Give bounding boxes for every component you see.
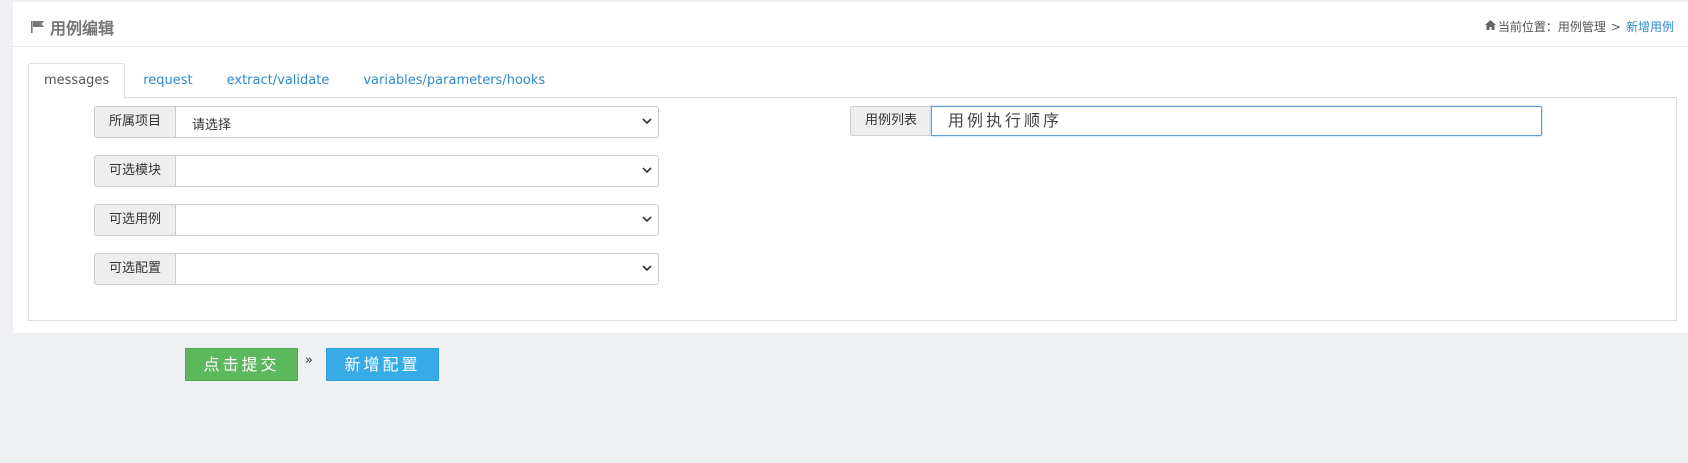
case-field: 可选用例 (94, 204, 659, 236)
breadcrumb-current[interactable]: 新增用例 (1626, 18, 1674, 35)
breadcrumb: 当前位置： 用例管理 > 新增用例 (1484, 18, 1674, 35)
tab-messages[interactable]: messages (28, 63, 126, 99)
project-label: 所属项目 (94, 106, 175, 138)
module-label: 可选模块 (94, 155, 175, 187)
submit-button[interactable]: 点击提交 (185, 348, 298, 381)
chevron-down-icon (642, 167, 652, 174)
chevron-down-icon (642, 265, 652, 272)
project-field: 所属项目 请选择 (94, 106, 659, 138)
add-config-button[interactable]: 新增配置 (326, 348, 439, 381)
chevron-down-icon (642, 118, 652, 125)
config-label: 可选配置 (94, 253, 175, 285)
project-select[interactable]: 请选择 (175, 106, 659, 138)
page-title-text: 用例编辑 (50, 19, 115, 38)
case-order-input[interactable]: 用例执行顺序 (931, 106, 1542, 136)
case-edit-panel: 用例编辑 当前位置： 用例管理 > 新增用例 messages request … (13, 2, 1688, 333)
raquo-separator: » (305, 353, 313, 368)
home-icon (1484, 20, 1496, 33)
chevron-down-icon (642, 216, 652, 223)
module-select[interactable] (175, 155, 659, 187)
panel-header: 用例编辑 当前位置： 用例管理 > 新增用例 (13, 2, 1688, 47)
tab-content-messages: 所属项目 请选择 可选模块 可选用例 可选配置 用例列表 用例执行顺序 (28, 97, 1677, 321)
case-select[interactable] (175, 204, 659, 236)
tab-request[interactable]: request (127, 63, 208, 99)
project-select-value: 请选择 (192, 118, 232, 133)
breadcrumb-parent[interactable]: 用例管理 (1558, 18, 1606, 35)
case-label: 可选用例 (94, 204, 175, 236)
page-title: 用例编辑 (30, 15, 114, 39)
module-field: 可选模块 (94, 155, 659, 187)
flag-icon (30, 18, 46, 37)
config-field: 可选配置 (94, 253, 659, 285)
breadcrumb-separator: > (1610, 19, 1621, 34)
tab-extract-validate[interactable]: extract/validate (211, 63, 346, 99)
tab-variables-parameters-hooks[interactable]: variables/parameters/hooks (347, 63, 561, 99)
case-list-label: 用例列表 (850, 106, 931, 136)
case-list-field: 用例列表 用例执行顺序 (850, 106, 1542, 136)
breadcrumb-prefix: 当前位置： (1497, 20, 1558, 34)
config-select[interactable] (175, 253, 659, 285)
tab-bar: messages request extract/validate variab… (28, 63, 563, 99)
